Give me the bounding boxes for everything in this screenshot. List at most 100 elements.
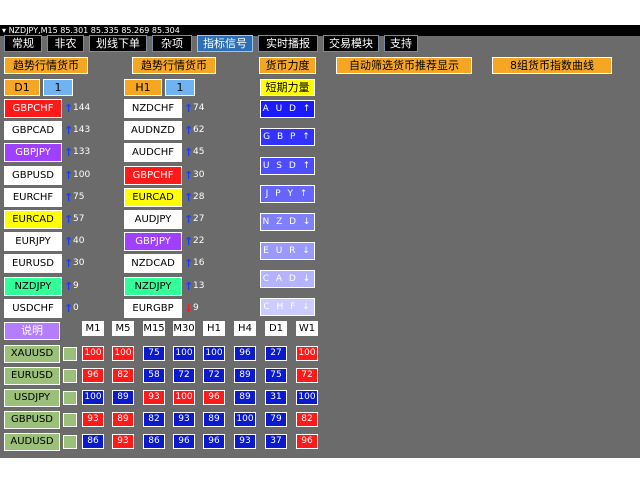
up-arrow-icon: ↑ [64, 102, 74, 115]
symbol-button[interactable]: GBPCHF [124, 165, 182, 185]
up-arrow-icon: ↑ [184, 257, 194, 271]
pair-checkbox[interactable] [63, 391, 77, 405]
signal-cell: 27 [265, 346, 287, 361]
pair-checkbox[interactable] [63, 347, 77, 361]
signal-cell: 86 [143, 434, 165, 449]
currency-strength-item[interactable]: E U R ↓ [260, 241, 315, 260]
trend-score: 74 [193, 103, 205, 113]
pair-button[interactable]: AUDUSD [4, 433, 60, 451]
tf2-label[interactable]: H1 [124, 79, 162, 96]
timeframe-header: M30 [173, 321, 195, 336]
symbol-button[interactable]: AUDCHF [124, 143, 182, 163]
signal-cell: 31 [265, 390, 287, 405]
signal-cell: 82 [143, 412, 165, 427]
symbol-button[interactable]: EURGBP [124, 298, 182, 318]
symbol-button[interactable]: USDCHF [4, 298, 62, 318]
pair-button[interactable]: USDJPY [4, 389, 60, 407]
signal-cell: 100 [82, 346, 104, 361]
toolbar-button-2[interactable]: 划线下单 [89, 35, 147, 52]
signal-cell: 100 [203, 346, 225, 361]
signal-cell: 100 [234, 412, 256, 427]
symbol-button[interactable]: GBPJPY [4, 143, 62, 163]
trend-header-1[interactable]: 趋势行情货币 [4, 57, 88, 74]
toolbar-button-7[interactable]: 支持 [384, 35, 418, 52]
signal-cell: 72 [296, 368, 318, 383]
trend-score: 133 [73, 147, 91, 158]
trend-score: 30 [193, 169, 205, 180]
index-curve-button[interactable]: 8组货币指数曲线 [492, 57, 612, 74]
trend-score: 144 [73, 103, 91, 113]
up-arrow-icon: ↑ [184, 124, 194, 138]
toolbar-button-1[interactable]: 非农 [47, 35, 84, 52]
signal-cell: 100 [82, 390, 104, 405]
toolbar-button-5[interactable]: 实时播报 [258, 35, 318, 52]
tf1-label[interactable]: D1 [4, 79, 40, 96]
symbol-button[interactable]: NZDCHF [124, 99, 182, 118]
signal-cell: 96 [234, 346, 256, 361]
timeframe-header: D1 [265, 321, 287, 336]
chart-title-text: NZDJPY,M15 85.301 85.335 85.269 85.304 [8, 26, 180, 35]
symbol-button[interactable]: EURJPY [4, 232, 62, 252]
up-arrow-icon: ↑ [184, 235, 194, 249]
signal-cell: 89 [203, 412, 225, 427]
symbol-button[interactable]: GBPCHF [4, 99, 62, 118]
timeframe-header: H4 [234, 321, 256, 336]
toolbar-button-4[interactable]: 指标信号 [197, 35, 253, 52]
currency-strength-item[interactable]: C A D ↓ [260, 269, 315, 288]
pair-checkbox[interactable] [63, 435, 77, 449]
symbol-button[interactable]: AUDNZD [124, 121, 182, 141]
timeframe-header: M1 [82, 321, 104, 336]
symbol-button[interactable]: GBPJPY [124, 232, 182, 252]
currency-strength-item[interactable]: A U D ↑ [260, 100, 315, 118]
pair-checkbox[interactable] [63, 369, 77, 383]
trend-score: 13 [193, 280, 205, 291]
symbol-button[interactable]: AUDJPY [124, 210, 182, 229]
signal-cell: 58 [143, 368, 165, 383]
symbol-button[interactable]: GBPCAD [4, 121, 62, 141]
symbol-button[interactable]: NZDJPY [124, 276, 182, 296]
symbol-button[interactable]: EURUSD [4, 254, 62, 274]
trend-header-2[interactable]: 趋势行情货币 [132, 57, 216, 74]
trend-score: 28 [193, 191, 205, 202]
symbol-button[interactable]: EURCAD [124, 187, 182, 207]
toolbar-button-6[interactable]: 交易模块 [323, 35, 379, 52]
auto-filter-button[interactable]: 自动筛选货币推荐显示 [336, 57, 472, 74]
tf1-value[interactable]: 1 [43, 79, 73, 96]
pair-checkbox[interactable] [63, 413, 77, 427]
tf2-value[interactable]: 1 [165, 79, 195, 96]
trend-score: 75 [73, 191, 85, 202]
trend-score: 27 [193, 214, 205, 224]
trend-score: 40 [73, 236, 85, 247]
symbol-button[interactable]: NZDCAD [124, 254, 182, 274]
symbol-button[interactable]: NZDJPY [4, 276, 62, 296]
explain-button[interactable]: 说明 [4, 322, 60, 340]
currency-strength-item[interactable]: G B P ↑ [260, 128, 315, 147]
pair-button[interactable]: GBPUSD [4, 411, 60, 429]
up-arrow-icon: ↑ [64, 190, 74, 204]
signal-cell: 93 [112, 434, 134, 449]
up-arrow-icon: ↑ [184, 168, 194, 182]
symbol-button[interactable]: GBPUSD [4, 165, 62, 185]
signal-cell: 75 [143, 346, 165, 361]
timeframe-header: H1 [203, 321, 225, 336]
currency-strength-item[interactable]: U S D ↑ [260, 156, 315, 175]
signal-cell: 100 [173, 390, 195, 405]
toolbar-button-0[interactable]: 常规 [4, 35, 42, 52]
timeframe-header: W1 [296, 321, 318, 336]
pair-button[interactable]: EURUSD [4, 367, 60, 385]
up-arrow-icon: ↑ [184, 190, 194, 204]
down-arrow-icon: ↓ [184, 301, 194, 315]
pair-button[interactable]: XAUUSD [4, 345, 60, 363]
symbol-button[interactable]: EURCAD [4, 210, 62, 229]
symbol-button[interactable]: EURCHF [4, 187, 62, 207]
trend-score: 22 [193, 236, 205, 247]
toolbar-button-3[interactable]: 杂项 [152, 35, 192, 52]
currency-strength-item[interactable]: C H F ↓ [260, 298, 315, 317]
up-arrow-icon: ↑ [64, 213, 74, 226]
up-arrow-icon: ↑ [184, 279, 194, 293]
currency-strength-item[interactable]: J P Y ↑ [260, 184, 315, 203]
signal-cell: 72 [173, 368, 195, 383]
trend-score: 16 [193, 258, 205, 269]
currency-strength-item[interactable]: N Z D ↓ [260, 213, 315, 232]
strength-header[interactable]: 货币力度 [259, 57, 316, 74]
